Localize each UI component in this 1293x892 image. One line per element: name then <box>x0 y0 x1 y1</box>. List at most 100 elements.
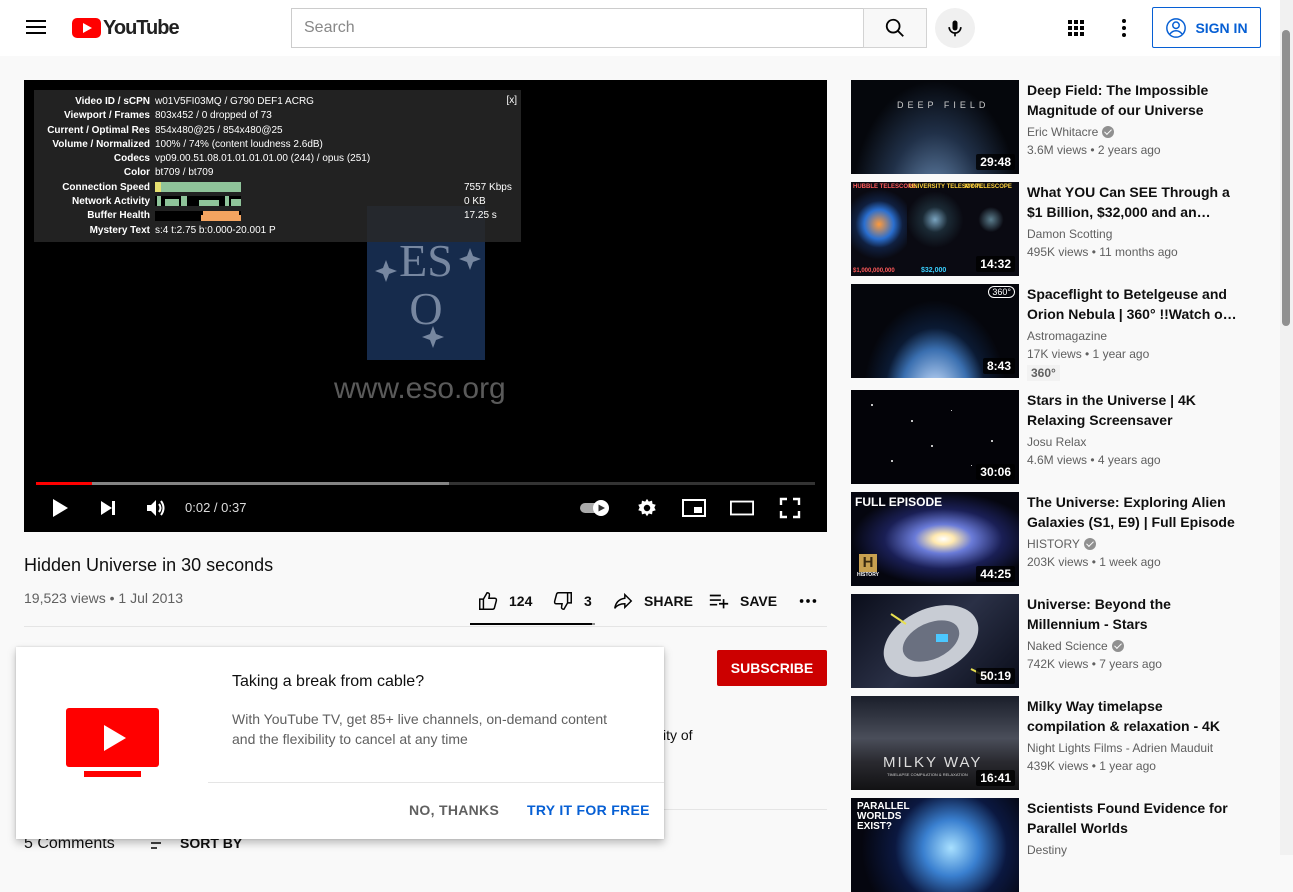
account-icon <box>1166 17 1187 38</box>
thumbs-up-icon <box>479 592 498 610</box>
video-duration: 44:25 <box>976 566 1015 582</box>
channel-name[interactable]: HISTORY <box>1027 537 1096 551</box>
thumbs-down-icon <box>553 592 572 610</box>
no-thanks-button[interactable]: NO, THANKS <box>409 802 499 818</box>
recommended-video[interactable]: FULL EPISODE HISTORY H 44:25 The Univers… <box>851 492 1261 586</box>
video-title: Hidden Universe in 30 seconds <box>24 555 274 575</box>
like-dislike-ratio-bar <box>470 623 595 625</box>
video-thumbnail[interactable]: FULL EPISODE HISTORY H 44:25 <box>851 492 1019 586</box>
channel-name[interactable]: Astromagazine <box>1027 329 1107 343</box>
recommended-video[interactable]: MILKY WAY TIMELAPSE COMPILATION & RELAXA… <box>851 696 1261 790</box>
star <box>951 410 952 411</box>
channel-name[interactable]: Night Lights Films - Adrien Mauduit <box>1027 741 1213 755</box>
more-actions-icon[interactable] <box>797 590 819 612</box>
play-icon[interactable] <box>48 496 72 520</box>
save-button[interactable]: SAVE <box>708 590 777 612</box>
youtube-logo[interactable]: YouTube <box>72 16 180 39</box>
more-vert-icon[interactable] <box>1112 16 1136 40</box>
next-icon[interactable] <box>96 496 120 520</box>
video-thumbnail[interactable]: MILKY WAY TIMELAPSE COMPILATION & RELAXA… <box>851 696 1019 790</box>
video-title: Spaceflight to Betelgeuse and Orion Nebu… <box>1027 286 1237 322</box>
thumbnail-label: HUBBLE TELESCOPE <box>853 184 917 190</box>
video-thumbnail[interactable]: 50:19 <box>851 594 1019 688</box>
stats-for-nerds-panel: [x] Video ID / sCPN w01V5FI03MQ / G790 DE… <box>34 90 521 242</box>
video-meta: 17K views • 1 year ago <box>1027 347 1150 361</box>
scrollbar-thumb[interactable] <box>1282 30 1290 326</box>
stats-row: Video ID / sCPN w01V5FI03MQ / G790 DEF1 A… <box>75 96 314 107</box>
stats-graph-row: Connection Speed 7557 Kbps <box>62 181 512 193</box>
video-thumbnail[interactable]: 30:06 <box>851 390 1019 484</box>
voice-search-button[interactable] <box>935 8 975 48</box>
thumbnail-subtitle: TIMELAPSE COMPILATION & RELAXATION <box>887 772 968 777</box>
video-meta: 439K views • 1 year ago <box>1027 759 1156 773</box>
video-meta: 742K views • 7 years ago <box>1027 657 1162 671</box>
star <box>871 404 873 406</box>
share-icon <box>614 592 633 610</box>
eso-logo-letter-o: O <box>409 283 442 334</box>
video-title: What YOU Can SEE Through a $1 Billion, $… <box>1027 184 1230 220</box>
dislike-button[interactable]: 3 <box>552 590 592 612</box>
recommended-video[interactable]: HUBBLE TELESCOPE UNIVERSITY TELESCOPE MY… <box>851 182 1261 276</box>
video-title: Universe: Beyond the Millennium - Stars <box>1027 596 1171 632</box>
logo-text: YouTube <box>103 16 180 39</box>
search-field[interactable] <box>291 8 864 48</box>
star <box>891 460 893 462</box>
recommended-video[interactable]: PARALLEL WORLDS EXIST? Scientists Found … <box>851 798 1261 892</box>
microphone-icon <box>948 20 962 37</box>
search-input[interactable] <box>292 9 863 47</box>
miniplayer-icon[interactable] <box>682 496 706 520</box>
masthead: YouTube SIGN IN <box>0 0 1280 56</box>
recommended-video[interactable]: 360° 8:43 Spaceflight to Betelgeuse and … <box>851 284 1261 381</box>
search-button[interactable] <box>863 8 927 48</box>
progress-bar[interactable] <box>36 482 815 485</box>
autoplay-toggle-icon[interactable] <box>578 496 614 520</box>
thumbnail-label: MY TELESCOPE <box>965 184 1012 190</box>
menu-icon[interactable] <box>24 16 48 40</box>
stats-row: Viewport / Frames 803x452 / 0 dropped of … <box>64 110 272 122</box>
video-duration: 50:19 <box>976 668 1015 684</box>
volume-icon[interactable] <box>144 496 168 520</box>
fullscreen-icon[interactable] <box>778 496 802 520</box>
playlist-add-icon <box>709 594 729 609</box>
thumbnail-title: MILKY WAY <box>883 754 983 771</box>
channel-name[interactable]: Damon Scotting <box>1027 227 1112 241</box>
like-button[interactable]: 124 <box>477 590 532 612</box>
try-it-free-button[interactable]: TRY IT FOR FREE <box>527 802 650 818</box>
star <box>971 465 972 466</box>
recommended-video[interactable]: DEEP FIELD 29:48 Deep Field: The Impossi… <box>851 80 1261 174</box>
share-label: SHARE <box>644 593 694 609</box>
video-duration: 8:43 <box>982 358 1015 374</box>
video-thumbnail[interactable]: 360° 8:43 <box>851 284 1019 378</box>
youtube-tv-icon <box>66 708 159 777</box>
sign-in-button[interactable]: SIGN IN <box>1152 7 1261 48</box>
video-title: Stars in the Universe | 4K Relaxing Scre… <box>1027 392 1196 428</box>
theater-mode-icon[interactable] <box>730 496 754 520</box>
share-button[interactable]: SHARE <box>612 590 693 612</box>
like-count: 124 <box>509 593 533 609</box>
channel-name[interactable]: Eric Whitacre <box>1027 125 1115 139</box>
video-views-date: 19,523 views • 1 Jul 2013 <box>24 590 184 606</box>
video-thumbnail[interactable]: DEEP FIELD 29:48 <box>851 80 1019 174</box>
channel-name[interactable]: Naked Science <box>1027 639 1124 653</box>
thumbnail-label: $1,000,000,000 <box>853 268 895 274</box>
thumbnail-label: $32,000 <box>921 267 947 274</box>
video-thumbnail[interactable]: HUBBLE TELESCOPE UNIVERSITY TELESCOPE MY… <box>851 182 1019 276</box>
video-duration: 30:06 <box>976 464 1015 480</box>
video-thumbnail[interactable]: PARALLEL WORLDS EXIST? <box>851 798 1019 892</box>
page-scrollbar[interactable] <box>1280 0 1293 855</box>
progress-played <box>36 482 93 485</box>
settings-gear-icon[interactable] <box>635 496 659 520</box>
recommended-video[interactable]: 30:06 Stars in the Universe | 4K Relaxin… <box>851 390 1261 484</box>
recommended-video[interactable]: 50:19 Universe: Beyond the Millennium - … <box>851 594 1261 688</box>
promo-text: With YouTube TV, get 85+ live channels, … <box>232 711 608 747</box>
video-meta: 203K views • 1 week ago <box>1027 555 1161 569</box>
dislike-count: 3 <box>584 593 592 609</box>
subscribe-button[interactable]: SUBSCRIBE <box>717 650 827 686</box>
stats-close-button[interactable]: [x] <box>506 95 517 106</box>
youtube-tv-promo-dialog: Taking a break from cable? With YouTube … <box>16 647 664 839</box>
stats-row: Current / Optimal Res 854x480@25 / 854x48… <box>47 124 283 136</box>
video-player[interactable]: ES O www.eso.org [x] Video ID / sCPN w01V… <box>24 80 827 532</box>
channel-name[interactable]: Josu Relax <box>1027 435 1086 449</box>
divider <box>208 782 664 783</box>
apps-icon[interactable] <box>1064 16 1088 40</box>
